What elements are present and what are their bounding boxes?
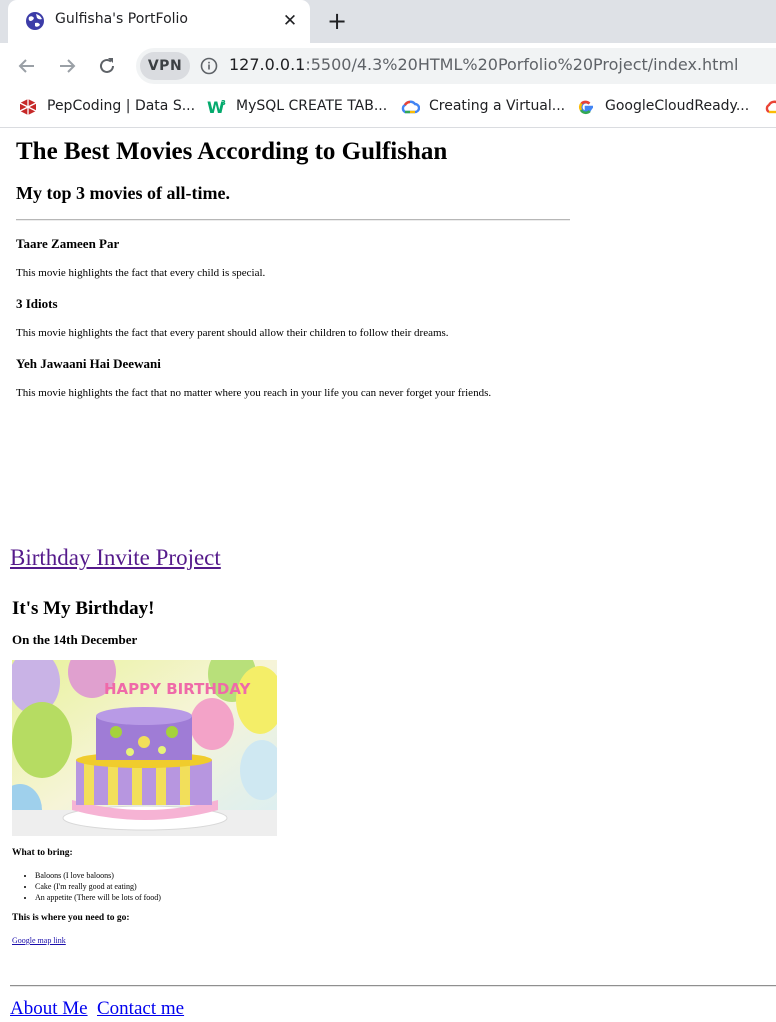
birthday-heading: It's My Birthday! bbox=[12, 598, 155, 619]
back-arrow-icon[interactable] bbox=[16, 55, 38, 77]
page-title: The Best Movies According to Gulfishan bbox=[16, 138, 448, 165]
birthday-date: On the 14th December bbox=[12, 632, 138, 647]
list-item: An appetite (There will be lots of food) bbox=[35, 892, 161, 903]
movie-title: Taare Zameen Par bbox=[16, 236, 120, 251]
about-me-link[interactable]: About Me bbox=[10, 998, 88, 1020]
google-icon bbox=[578, 100, 593, 115]
tab-strip: Gulfisha's PortFolio ✕ + bbox=[0, 0, 776, 43]
w3schools-icon: W 3 bbox=[207, 98, 226, 117]
info-icon[interactable] bbox=[200, 57, 218, 75]
svg-text:3: 3 bbox=[221, 99, 226, 107]
bring-list: Baloons (I love baloons) Cake (I'm reall… bbox=[24, 870, 161, 903]
birthday-cake-image: HAPPY BIRTHDAY bbox=[12, 660, 277, 836]
close-icon[interactable]: ✕ bbox=[280, 11, 300, 31]
google-cloud-icon bbox=[401, 100, 420, 114]
google-map-link[interactable]: Google map link bbox=[12, 936, 66, 945]
forward-arrow-icon[interactable] bbox=[56, 55, 78, 77]
address-bar[interactable]: VPN 127.0.0.1:5500/4.3%20HTML%20Porfolio… bbox=[136, 48, 776, 84]
cake-topper-text: HAPPY BIRTHDAY bbox=[104, 680, 252, 698]
movie-description: This movie highlights the fact that ever… bbox=[16, 327, 449, 339]
bookmarks-bar: PepCoding | Data S... W 3 MySQL CREATE T… bbox=[0, 89, 776, 128]
location-heading: This is where you need to go: bbox=[12, 913, 130, 923]
movie-title: Yeh Jawaani Hai Deewani bbox=[16, 356, 161, 371]
list-item: Baloons (I love baloons) bbox=[35, 870, 161, 881]
google-cloud-icon[interactable] bbox=[764, 97, 776, 117]
pepcoding-icon bbox=[19, 99, 37, 115]
contact-me-link[interactable]: Contact me bbox=[97, 998, 184, 1020]
divider bbox=[10, 985, 776, 987]
tab-title: Gulfisha's PortFolio bbox=[55, 11, 188, 27]
bring-heading: What to bring: bbox=[12, 848, 73, 858]
browser-toolbar: VPN 127.0.0.1:5500/4.3%20HTML%20Porfolio… bbox=[0, 43, 776, 89]
url-text[interactable]: 127.0.0.1:5500/4.3%20HTML%20Porfolio%20P… bbox=[229, 55, 738, 74]
new-tab-button[interactable]: + bbox=[324, 9, 350, 35]
movie-title: 3 Idiots bbox=[16, 296, 58, 311]
page-subtitle: My top 3 movies of all-time. bbox=[16, 183, 230, 203]
tab-portfolio[interactable]: Gulfisha's PortFolio ✕ bbox=[8, 0, 310, 43]
divider bbox=[16, 219, 570, 221]
globe-icon bbox=[26, 12, 44, 30]
reload-icon[interactable] bbox=[96, 55, 118, 77]
movie-description: This movie highlights the fact that no m… bbox=[16, 387, 492, 399]
vpn-badge[interactable]: VPN bbox=[140, 52, 190, 80]
list-item: Cake (I'm really good at eating) bbox=[35, 881, 161, 892]
movie-description: This movie highlights the fact that ever… bbox=[16, 267, 266, 279]
birthday-invite-link[interactable]: Birthday Invite Project bbox=[10, 545, 221, 571]
page-content: The Best Movies According to Gulfishan M… bbox=[0, 128, 776, 1022]
